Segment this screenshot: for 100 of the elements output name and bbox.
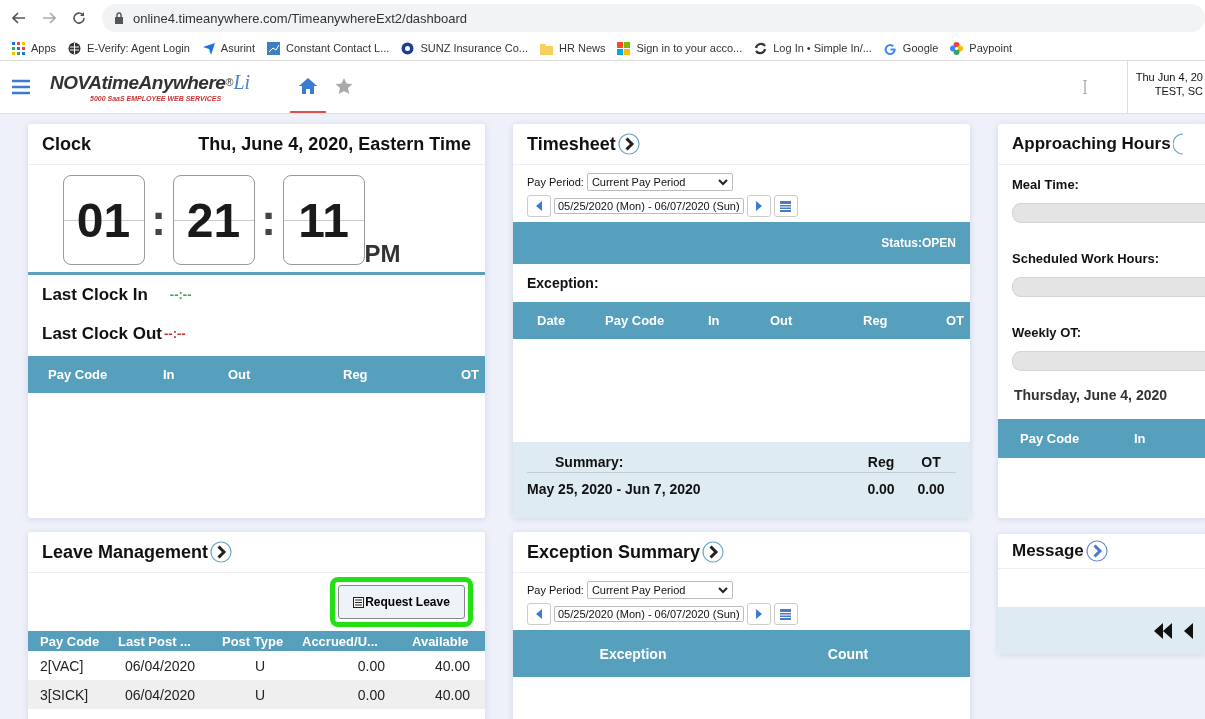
next-button[interactable] xyxy=(746,195,771,217)
bookmark[interactable]: Sign in to your acco... xyxy=(617,41,743,55)
triangle-left-icon xyxy=(536,201,542,211)
bookmark[interactable]: Asurint xyxy=(201,41,256,55)
clock-digits: 21 xyxy=(172,175,255,265)
meter-label: Meal Time: xyxy=(1011,176,1080,194)
url-text: online4.timeanywhere.com/TimeanywhereExt2/dashboard xyxy=(133,10,468,26)
card-title: Clock xyxy=(42,133,92,155)
table-cell-text: U xyxy=(253,686,267,703)
column-header: Pay Code xyxy=(1020,431,1081,446)
back-icon[interactable] xyxy=(12,11,26,25)
column-header: Exception xyxy=(598,645,668,662)
clock-digits: 11 xyxy=(282,175,365,265)
column-header: Reg xyxy=(343,367,369,382)
clock-label: Last Clock Out xyxy=(42,323,162,344)
table-cell-text: 06/04/2020 xyxy=(125,657,197,674)
bookmark[interactable]: Google xyxy=(883,41,939,55)
column-header: Available xyxy=(412,633,469,649)
time-separator: : xyxy=(260,194,277,246)
column-header: In xyxy=(708,313,721,328)
am-pm-label: PM xyxy=(364,240,401,268)
card-title: Timesheet xyxy=(527,133,616,155)
calendar-button[interactable] xyxy=(773,195,798,217)
list-icon xyxy=(353,596,365,608)
seal-icon xyxy=(401,41,415,55)
column-header: Accrued/U... xyxy=(302,633,379,649)
previous-page-icon[interactable] xyxy=(1184,622,1193,639)
summary-label: Summary: xyxy=(554,454,625,470)
chevron-down-icon xyxy=(717,178,728,186)
arrow-circle-icon[interactable] xyxy=(210,541,233,563)
clock-value: --:-- xyxy=(163,326,186,341)
reload-icon[interactable] xyxy=(72,11,86,25)
column-header: In xyxy=(163,367,176,382)
pinwheel-icon xyxy=(950,41,964,55)
field-label: Pay Period: xyxy=(527,176,584,188)
column-header: OT xyxy=(945,313,964,328)
calendar-button[interactable] xyxy=(773,603,798,625)
calendar-icon xyxy=(780,608,792,620)
triangle-right-icon xyxy=(755,201,762,211)
menu-icon[interactable] xyxy=(12,79,30,95)
globe-icon xyxy=(68,41,82,55)
home-icon xyxy=(299,77,317,95)
table-cell-text: 40.00 xyxy=(433,686,470,703)
previous-button[interactable] xyxy=(527,195,551,217)
triangle-right-icon xyxy=(755,609,762,619)
bookmark[interactable]: Apps xyxy=(12,41,57,55)
bookmark[interactable]: Constant Contact L... xyxy=(267,41,390,55)
address-bar[interactable]: online4.timeanywhere.com/TimeanywhereExt2/dashboard xyxy=(102,4,1205,32)
card-title: Approaching Hours xyxy=(1012,134,1171,154)
column-header: Count xyxy=(826,645,870,662)
column-header: Pay Code xyxy=(605,313,666,328)
previous-button[interactable] xyxy=(527,603,551,625)
section-label: Exception: xyxy=(526,274,600,293)
clock-date: Thu, June 4, 2020, Eastern Time xyxy=(198,133,471,155)
table-cell-text: 40.00 xyxy=(433,657,470,674)
folder-icon xyxy=(540,41,553,55)
time-separator: : xyxy=(150,194,167,246)
calendar-icon xyxy=(780,200,792,212)
text-cursor-icon xyxy=(1082,80,1087,94)
column-header: Last Post ... xyxy=(118,633,192,649)
google-icon xyxy=(883,41,897,55)
date-range-field[interactable]: 05/25/2020 (Mon) - 06/07/2020 (Sun) xyxy=(554,198,744,214)
bookmark[interactable]: HR News xyxy=(540,41,606,55)
card-title: Exception Summary xyxy=(527,541,701,563)
status-text: Status:OPEN xyxy=(881,236,956,250)
pay-period-dropdown[interactable]: Current Pay Period xyxy=(586,581,733,599)
meter-label: Weekly OT: xyxy=(1011,324,1083,342)
request-leave-button[interactable]: Request Leave xyxy=(338,585,465,619)
column-header: Out xyxy=(770,313,794,328)
chevron-down-icon xyxy=(717,586,728,594)
bookmark[interactable]: Paypoint xyxy=(950,41,1013,55)
header-date: Thu Jun 4, 20 xyxy=(1135,71,1203,83)
table-cell-text: 0.00 xyxy=(866,481,896,497)
column-header: Pay Code xyxy=(40,633,101,649)
date-range-field[interactable]: 05/25/2020 (Mon) - 06/07/2020 (Sun) xyxy=(554,606,744,622)
pay-period-dropdown[interactable]: Current Pay Period xyxy=(586,173,733,191)
apps-grid-icon xyxy=(12,41,25,55)
arrow-circle-icon[interactable] xyxy=(617,133,640,155)
bookmark[interactable]: SUNZ Insurance Co... xyxy=(401,41,528,55)
arrow-circle-icon[interactable] xyxy=(702,541,725,563)
column-header: OT xyxy=(460,367,479,382)
clock-label: Last Clock In xyxy=(42,284,148,305)
first-page-icon[interactable] xyxy=(1154,622,1172,639)
card-title: Leave Management xyxy=(42,541,209,563)
windows-icon xyxy=(617,41,631,55)
clock-value: --:-- xyxy=(169,287,192,302)
bookmark[interactable]: E-Verify: Agent Login xyxy=(68,41,190,55)
column-header: In xyxy=(1134,431,1146,446)
table-cell-text: 3[SICK] xyxy=(40,686,90,703)
triangle-left-icon xyxy=(536,609,542,619)
table-cell-text: 06/04/2020 xyxy=(125,686,197,703)
table-cell-text: 0.00 xyxy=(356,686,385,703)
column-header: Reg xyxy=(863,313,889,328)
next-button[interactable] xyxy=(746,603,771,625)
forward-icon[interactable] xyxy=(42,11,56,25)
table-cell-text: 2[VAC] xyxy=(40,657,85,674)
date-label: Thursday, June 4, 2020 xyxy=(1013,387,1169,405)
chart-icon xyxy=(267,41,281,55)
bookmark[interactable]: Log In • Simple In/... xyxy=(754,41,872,55)
column-header: Pay Code xyxy=(48,367,109,382)
